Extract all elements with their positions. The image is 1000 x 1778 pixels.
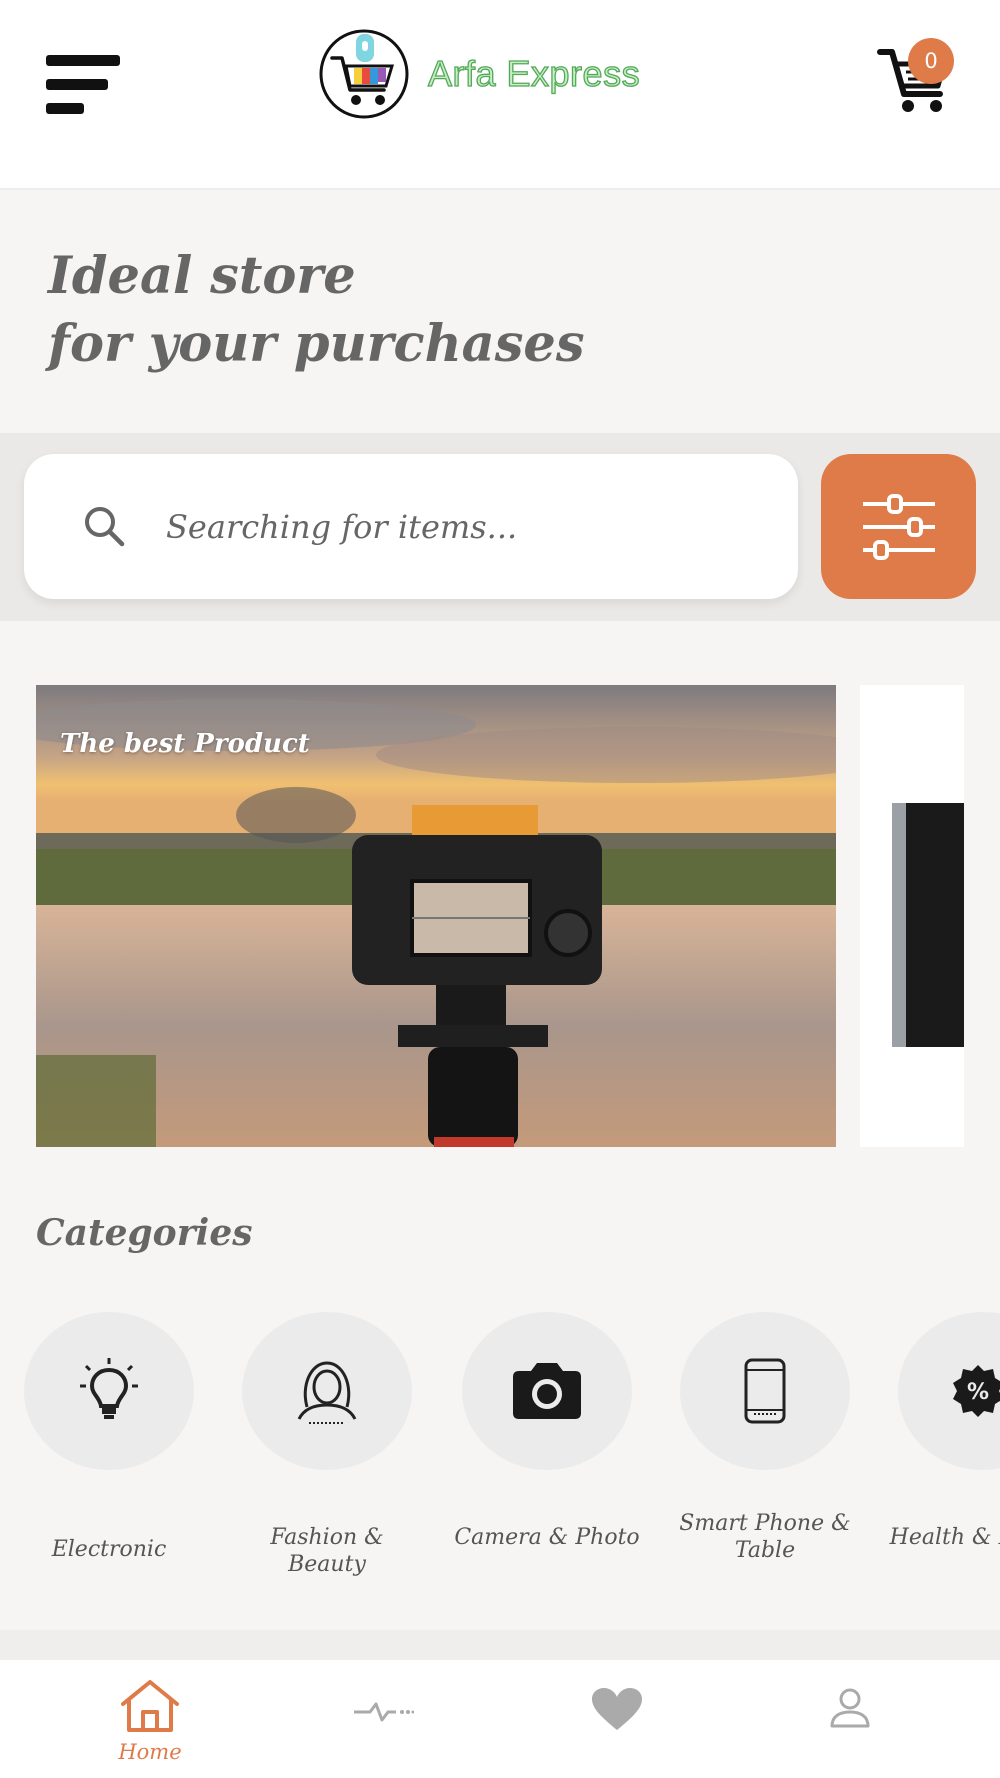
categories-heading: Categories [36,1212,253,1254]
camera-icon [513,1363,581,1419]
nav-profile[interactable] [775,1660,925,1778]
discount-badge-icon: % [953,1365,1000,1417]
category-icon-circle [680,1312,850,1470]
home-icon [121,1680,179,1732]
filter-button[interactable] [821,454,976,599]
lightbulb-icon [80,1358,138,1419]
hero-line-2: for your purchases [48,314,585,374]
app-header: Arfa Express 0 [0,0,1000,190]
menu-icon[interactable] [46,52,122,118]
category-camera-photo[interactable]: Camera & Photo [454,1312,640,1612]
nav-activity[interactable] [308,1660,458,1778]
category-icon-circle: % [898,1312,1000,1470]
activity-icon [354,1702,414,1722]
category-label: Camera & Photo [454,1525,640,1550]
svg-text:%: % [967,1380,989,1405]
search-input[interactable] [166,507,746,546]
brand: Arfa Express [312,28,640,120]
app-name: Arfa Express [427,52,641,94]
category-health-beauty[interactable]: % Health & Beauty [890,1312,1000,1612]
hero-title: Ideal store for your purchases [48,242,585,378]
next-banner-peek[interactable] [860,685,964,1147]
nav-home[interactable]: Home [75,1660,225,1778]
cart-logo-icon [319,29,409,119]
user-icon [830,1688,870,1728]
category-label: Electronic [51,1537,167,1562]
promo-banner[interactable]: The best Product [36,685,836,1147]
categories-list: Electronic Fashion & Beauty Camera & Pho… [0,1312,1000,1612]
category-icon-circle [24,1312,194,1470]
bottom-nav: Home [0,1660,1000,1778]
smartphone-icon [744,1358,786,1424]
woman-face-icon [297,1361,357,1424]
bottom-divider [0,1630,1000,1660]
category-label: Fashion & Beauty [270,1525,384,1577]
banner-caption: The best Product [60,729,310,759]
heart-icon [592,1688,642,1730]
category-label: Health & Beauty [889,1525,1000,1550]
search-icon [85,506,125,546]
category-smart-phone-table[interactable]: Smart Phone & Table [679,1312,851,1612]
search-box[interactable] [24,454,798,599]
category-label: Smart Phone & Table [679,1511,851,1563]
nav-home-label: Home [118,1740,182,1764]
category-fashion-beauty[interactable]: Fashion & Beauty [242,1312,412,1612]
category-icon-circle [462,1312,632,1470]
hero-line-1: Ideal store [48,246,356,306]
category-icon-circle [242,1312,412,1470]
cart-count-badge: 0 [908,38,954,84]
category-electronic[interactable]: Electronic [24,1312,194,1612]
nav-favorites[interactable] [542,1660,692,1778]
speaker-product-image [892,803,964,1047]
cart-button[interactable]: 0 [876,38,962,118]
sliders-icon [862,493,935,560]
